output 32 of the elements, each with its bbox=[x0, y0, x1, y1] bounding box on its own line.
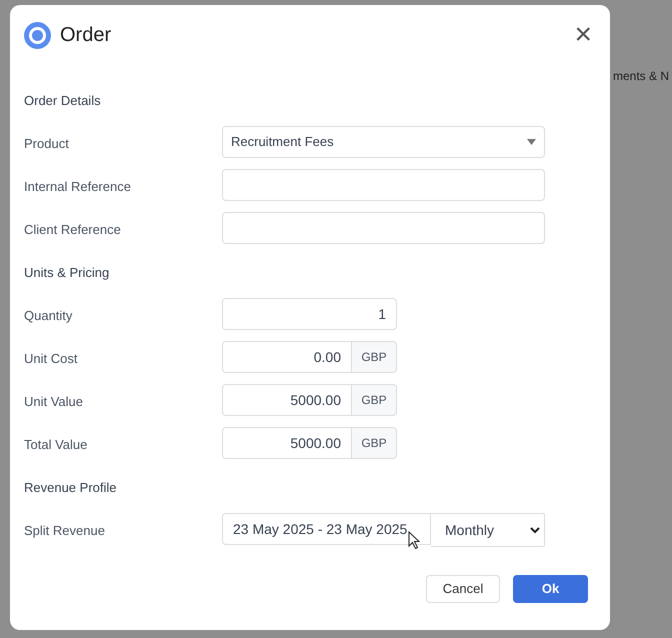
caret-icon bbox=[527, 139, 536, 145]
date-range-field[interactable]: 23 May 2025 - 23 May 2025 bbox=[222, 513, 431, 545]
section-heading: Order Details bbox=[24, 92, 101, 110]
background-text: ments & N bbox=[613, 68, 670, 85]
input-field[interactable]: 5000.00 bbox=[222, 384, 352, 416]
field-label: Split Revenue bbox=[24, 522, 106, 540]
cursor-icon bbox=[408, 531, 420, 549]
ok-button[interactable]: Ok bbox=[513, 575, 588, 603]
field-label: Quantity bbox=[24, 307, 74, 325]
close-button[interactable]: × bbox=[574, 20, 592, 50]
input-field[interactable]: 0.00 bbox=[222, 341, 352, 373]
period-select[interactable]: Monthly bbox=[431, 513, 545, 547]
field-label: Internal Reference bbox=[24, 178, 132, 196]
section-heading: Revenue Profile bbox=[24, 479, 116, 497]
field-label: Client Reference bbox=[24, 221, 122, 239]
field-label: Unit Value bbox=[24, 393, 84, 411]
input-field[interactable] bbox=[222, 212, 545, 244]
currency-addon: GBP bbox=[352, 427, 397, 459]
logo-icon bbox=[24, 22, 51, 48]
dialog-title: Order bbox=[60, 23, 112, 48]
currency-addon: GBP bbox=[352, 384, 397, 416]
chevron-down-icon bbox=[530, 526, 540, 534]
cancel-button[interactable]: Cancel bbox=[426, 575, 500, 603]
field-label: Total Value bbox=[24, 436, 88, 454]
section-heading: Units & Pricing bbox=[24, 264, 110, 282]
currency-addon: GBP bbox=[352, 341, 397, 373]
field-label: Unit Cost bbox=[24, 350, 78, 368]
product-select[interactable]: Recruitment Fees bbox=[222, 126, 545, 158]
input-field[interactable]: 5000.00 bbox=[222, 427, 352, 459]
input-field[interactable] bbox=[222, 169, 545, 201]
field-label: Product bbox=[24, 135, 70, 153]
input-field[interactable]: 1 bbox=[222, 298, 397, 330]
